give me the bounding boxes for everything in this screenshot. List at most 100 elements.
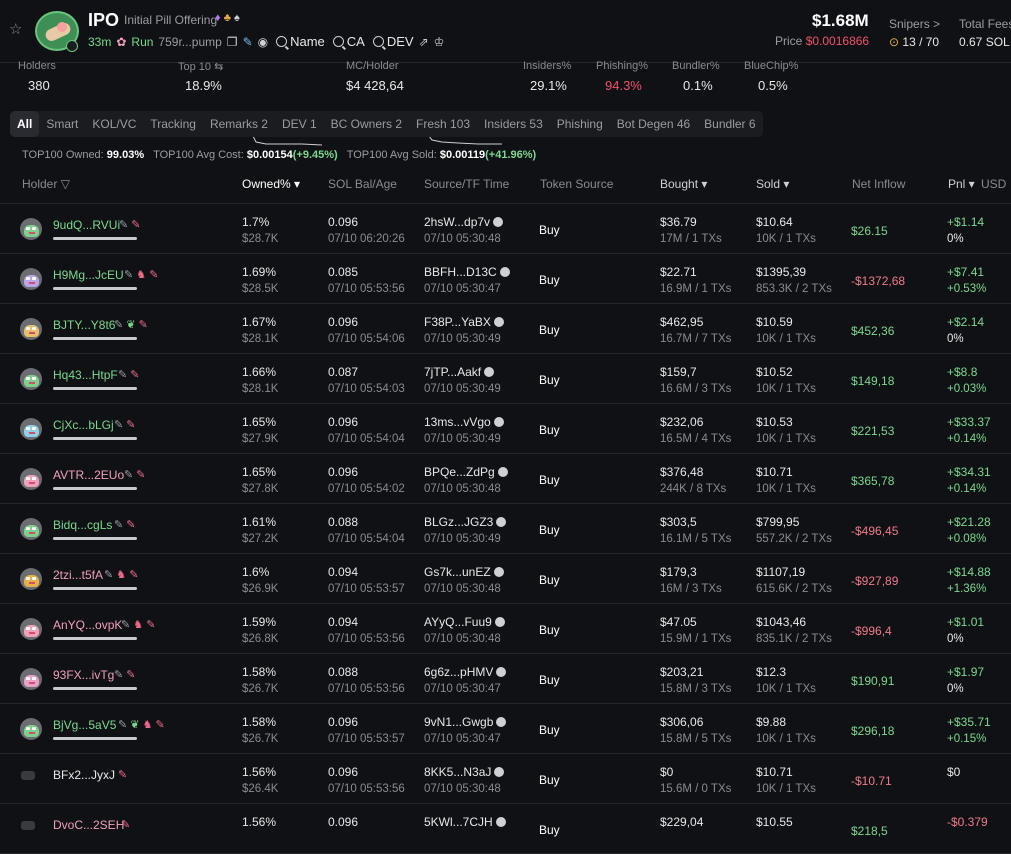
tag-icon[interactable]: ✎ (126, 519, 135, 531)
tag-icon[interactable]: ✎ (129, 569, 138, 581)
col-token-source[interactable]: Token Source (540, 177, 613, 191)
pencil-icon[interactable]: ✎ (118, 719, 127, 731)
table-row[interactable]: 2tzi...t5fA ✎ ♞ ✎ 1.6% $26.9K 0.094 07/1… (0, 554, 1011, 604)
favorite-star-icon[interactable]: ☆ (9, 20, 22, 38)
tag-icon[interactable]: ✎ (126, 419, 135, 431)
source-wallet[interactable]: 6g6z...pHMV (424, 665, 507, 679)
source-wallet[interactable]: AYyQ...Fuu9 (424, 615, 505, 629)
tab-fresh[interactable]: Fresh 103 (409, 111, 477, 137)
contract-address[interactable]: 759r...pump (158, 35, 221, 49)
pump-icon[interactable]: ✎ (243, 35, 253, 49)
search-ca-button[interactable]: CA (332, 34, 365, 49)
pencil-icon[interactable]: ✎ (119, 219, 128, 231)
info-icon[interactable] (496, 667, 507, 677)
table-row[interactable]: 9udQ...RVUi ✎ ✎ 1.7% $28.7K 0.096 07/10 … (0, 204, 1011, 254)
holder-address[interactable]: AVTR...2EUo (53, 468, 124, 482)
info-icon[interactable] (493, 317, 504, 327)
col-sold[interactable]: Sold ▾ (756, 177, 789, 191)
tag-icon[interactable]: ✎ (121, 819, 130, 831)
dog-icon[interactable]: ♞ (143, 719, 153, 731)
table-row[interactable]: BjVg...5aV5 ✎ ❦ ♞ ✎ 1.58% $26.7K 0.096 0… (0, 704, 1011, 754)
search-dev-button[interactable]: DEV (372, 34, 414, 49)
source-wallet[interactable]: Gs7k...unEZ (424, 565, 504, 579)
source-wallet[interactable]: F38P...YaBX (424, 315, 504, 329)
tab-smart[interactable]: Smart (39, 111, 85, 137)
table-row[interactable]: BFx2...JyxJ ✎ 1.56% $26.4K 0.096 07/10 0… (0, 754, 1011, 804)
tab-bot-degen[interactable]: Bot Degen 46 (610, 111, 697, 137)
table-row[interactable]: Hq43...HtpF ✎ ✎ 1.66% $28.1K 0.087 07/10… (0, 354, 1011, 404)
col-holder[interactable]: Holder ▽ (22, 177, 70, 191)
info-icon[interactable] (493, 567, 504, 577)
info-icon[interactable] (496, 517, 507, 527)
tag-icon[interactable]: ✎ (126, 669, 135, 681)
holder-address[interactable]: DvoC...2SEH (53, 818, 124, 832)
tab-remarks[interactable]: Remarks 2 (203, 111, 275, 137)
source-wallet[interactable]: 7jTP...Aakf (424, 365, 495, 379)
dog-icon[interactable]: ♞ (136, 269, 146, 281)
tag-icon[interactable]: ✎ (136, 469, 145, 481)
source-wallet[interactable]: 5KWl...7CJH (424, 815, 506, 829)
table-row[interactable]: H9Mg...JcEU ✎ ♞ ✎ 1.69% $28.5K 0.085 07/… (0, 254, 1011, 304)
tab-bundler[interactable]: Bundler 6 (697, 111, 762, 137)
holder-address[interactable]: BJTY...Y8t6 (53, 318, 115, 332)
source-wallet[interactable]: 13ms...vVgo (424, 415, 504, 429)
table-row[interactable]: DvoC...2SEH ✎ 1.56% 0.096 5KWl...7CJH Bu… (0, 804, 1011, 854)
tab-bc-owners[interactable]: BC Owners 2 (324, 111, 409, 137)
tab-tracking[interactable]: Tracking (143, 111, 203, 137)
pencil-icon[interactable]: ✎ (114, 319, 123, 331)
col-sol-bal-age[interactable]: SOL Bal/Age (328, 177, 397, 191)
col-source-tf-time[interactable]: Source/TF Time (424, 177, 509, 191)
info-icon[interactable] (499, 267, 510, 277)
col-bought[interactable]: Bought ▾ (660, 177, 707, 191)
info-icon[interactable] (497, 467, 508, 477)
tab-insiders[interactable]: Insiders 53 (477, 111, 550, 137)
leaf-icon[interactable]: ❦ (126, 319, 135, 331)
tag-icon[interactable]: ✎ (156, 719, 165, 731)
pencil-icon[interactable]: ✎ (118, 369, 127, 381)
tag-icon[interactable]: ✎ (118, 769, 127, 781)
source-wallet[interactable]: 9vN1...Gwgb (424, 715, 507, 729)
tab-kol-vc[interactable]: KOL/VC (85, 111, 143, 137)
info-icon[interactable] (484, 367, 495, 377)
holder-address[interactable]: H9Mg...JcEU (53, 268, 124, 282)
pencil-icon[interactable]: ✎ (124, 469, 133, 481)
table-row[interactable]: Bidq...cgLs ✎ ✎ 1.61% $27.2K 0.088 07/10… (0, 504, 1011, 554)
info-icon[interactable] (494, 617, 505, 627)
pencil-icon[interactable]: ✎ (114, 519, 123, 531)
table-row[interactable]: CjXc...bLGj ✎ ✎ 1.65% $27.9K 0.096 07/10… (0, 404, 1011, 454)
holder-address[interactable]: 93FX...ivTg (53, 668, 114, 682)
leaf-icon[interactable]: ❦ (130, 719, 139, 731)
tab-all[interactable]: All (10, 111, 40, 137)
holder-address[interactable]: Hq43...HtpF (53, 368, 118, 382)
pencil-icon[interactable]: ✎ (104, 569, 113, 581)
table-row[interactable]: 93FX...ivTg ✎ ✎ 1.58% $26.7K 0.088 07/10… (0, 654, 1011, 704)
col-pnl[interactable]: Pnl ▾ (948, 177, 975, 191)
pencil-icon[interactable]: ✎ (124, 269, 133, 281)
holder-address[interactable]: 9udQ...RVUi (53, 218, 120, 232)
pencil-icon[interactable]: ✎ (114, 419, 123, 431)
tag-icon[interactable]: ✎ (131, 219, 140, 231)
dog-icon[interactable]: ♞ (116, 569, 126, 581)
tag-icon[interactable]: ✎ (146, 619, 155, 631)
holder-address[interactable]: BjVg...5aV5 (53, 718, 116, 732)
holder-address[interactable]: BFx2...JyxJ (53, 768, 115, 782)
source-wallet[interactable]: BBFH...D13C (424, 265, 510, 279)
external-link-icon[interactable]: ⇗ (419, 35, 429, 49)
holder-address[interactable]: 2tzi...t5fA (53, 568, 103, 582)
table-row[interactable]: AnYQ...ovpK ✎ ♞ ✎ 1.59% $26.8K 0.094 07/… (0, 604, 1011, 654)
dog-icon[interactable]: ♞ (133, 619, 143, 631)
tab-dev[interactable]: DEV 1 (275, 111, 324, 137)
info-icon[interactable] (496, 717, 507, 727)
pencil-icon[interactable]: ✎ (114, 669, 123, 681)
copy-icon[interactable]: ❐ (227, 35, 238, 49)
source-wallet[interactable]: 2hsW...dp7v (424, 215, 504, 229)
col-net-inflow[interactable]: Net Inflow (852, 177, 905, 191)
col-usd-toggle[interactable]: USD (981, 177, 1006, 191)
filter-icon[interactable]: ▽ (61, 177, 70, 191)
website-icon[interactable]: ◉ (258, 35, 268, 49)
tag-icon[interactable]: ✎ (139, 319, 148, 331)
search-name-button[interactable]: Name (276, 34, 325, 49)
info-icon[interactable] (493, 417, 504, 427)
source-wallet[interactable]: BLGz...JGZ3 (424, 515, 507, 529)
table-row[interactable]: AVTR...2EUo ✎ ✎ 1.65% $27.8K 0.096 07/10… (0, 454, 1011, 504)
